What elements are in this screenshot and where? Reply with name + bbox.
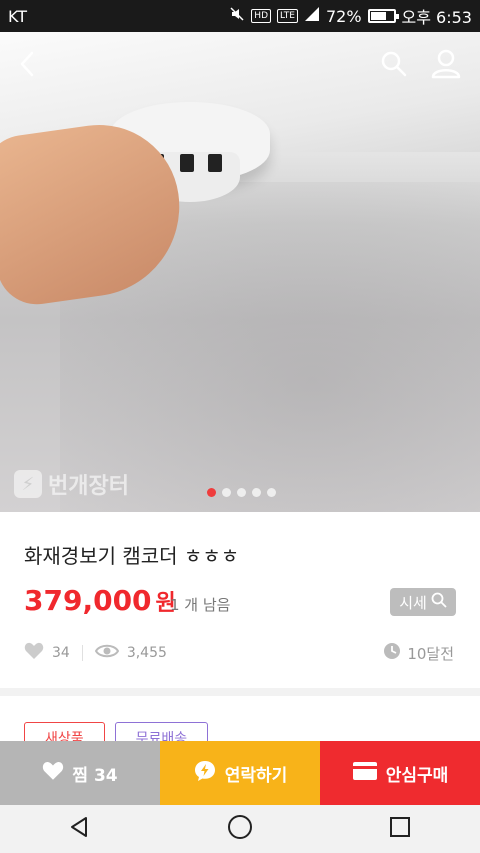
product-title: 화재경보기 캠코더 ㅎㅎㅎ bbox=[24, 544, 240, 568]
posted-time: 10달전 bbox=[383, 642, 454, 664]
profile-button[interactable] bbox=[424, 44, 468, 88]
product-image[interactable]: ⚡ 번개장터 bbox=[0, 32, 480, 512]
chat-bolt-icon bbox=[193, 759, 217, 788]
like-count: 34 bbox=[52, 645, 70, 661]
nav-home-button[interactable] bbox=[215, 809, 265, 849]
battery-icon bbox=[367, 9, 399, 23]
safe-purchase-button[interactable]: 안심구매 bbox=[320, 741, 480, 805]
like-button[interactable]: 찜 34 bbox=[0, 741, 160, 805]
profile-icon bbox=[430, 49, 462, 83]
clock-icon bbox=[383, 642, 401, 664]
clock: 오후 6:53 bbox=[401, 8, 472, 27]
section-divider bbox=[0, 688, 480, 696]
product-price: 379,000 원 bbox=[24, 584, 176, 617]
eye-icon bbox=[94, 643, 119, 663]
mute-icon bbox=[229, 6, 245, 26]
price-check-button[interactable]: 시세 bbox=[390, 588, 456, 616]
pagination-dot[interactable] bbox=[207, 488, 216, 497]
stock-remaining: 1 개 남음 bbox=[170, 596, 231, 614]
pagination-dot[interactable] bbox=[237, 488, 246, 497]
search-icon bbox=[380, 50, 408, 82]
battery-percent: 72% bbox=[325, 6, 362, 26]
hd-badge: HD bbox=[251, 9, 271, 23]
pagination-dot[interactable] bbox=[222, 488, 231, 497]
lte-badge: LTE bbox=[277, 9, 298, 23]
view-count: 3,455 bbox=[126, 645, 167, 661]
back-button[interactable] bbox=[6, 44, 50, 88]
signal-icon bbox=[304, 6, 320, 26]
action-bar: 찜 34 연락하기 안심구매 bbox=[0, 741, 480, 805]
triangle-back-icon bbox=[68, 815, 92, 843]
product-info: 화재경보기 캠코더 ㅎㅎㅎ 379,000 원 1 개 남음 시세 34 3,45… bbox=[0, 512, 480, 688]
credit-card-icon bbox=[352, 761, 378, 786]
heart-icon bbox=[24, 642, 44, 664]
contact-button[interactable]: 연락하기 bbox=[160, 741, 320, 805]
nav-back-button[interactable] bbox=[55, 809, 105, 849]
circle-home-icon bbox=[227, 814, 253, 844]
product-stats: 34 3,455 bbox=[24, 642, 167, 664]
watermark: ⚡ 번개장터 bbox=[14, 468, 129, 500]
search-button[interactable] bbox=[372, 44, 416, 88]
status-bar: KT HD LTE 72% 오후 6:53 bbox=[0, 0, 480, 32]
bolt-icon: ⚡ bbox=[14, 470, 42, 498]
system-navigation-bar bbox=[0, 805, 480, 853]
gallery-pagination[interactable] bbox=[207, 488, 276, 497]
back-arrow-icon bbox=[16, 50, 40, 82]
pagination-dot[interactable] bbox=[252, 488, 261, 497]
square-recents-icon bbox=[389, 816, 411, 842]
nav-recents-button[interactable] bbox=[375, 809, 425, 849]
search-icon bbox=[431, 592, 447, 612]
carrier: KT bbox=[8, 6, 28, 26]
pagination-dot[interactable] bbox=[267, 488, 276, 497]
heart-icon bbox=[42, 761, 64, 786]
